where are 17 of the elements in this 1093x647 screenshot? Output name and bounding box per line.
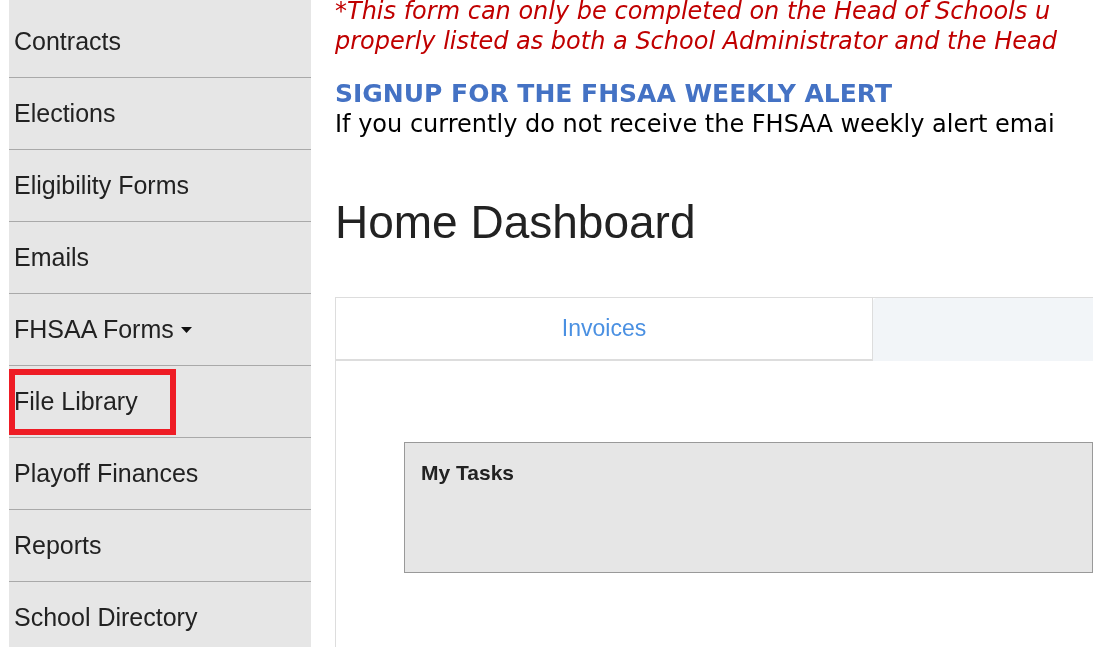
tab[interactable] [873, 298, 1093, 361]
notice-text: *This form can only be completed on the Head of Schools u [335, 0, 1052, 26]
sidebar-item[interactable]: Elections [9, 78, 121, 149]
sidebar-item[interactable]: School Directory [9, 582, 203, 647]
signup-link[interactable]: SIGNUP FOR THE FHSAA WEEKLY ALERT [335, 79, 1093, 109]
sidebar-item[interactable]: Reports [9, 510, 107, 581]
signup-text: If you currently do not receive the FHSAA weekly alert emai [335, 109, 1056, 139]
notice-text: properly listed as both a School Administrator and the Head [335, 26, 1058, 56]
sidebar-item[interactable]: FHSAA Forms [9, 294, 197, 365]
sidebar-item[interactable]: Emails [9, 222, 94, 293]
sidebar-item[interactable]: Playoff Finances [9, 438, 204, 509]
sidebar-item[interactable]: Contracts [9, 6, 126, 77]
panel-title: My Tasks [421, 461, 514, 484]
caret-icon [180, 326, 192, 333]
sidebar-item[interactable]: Eligibility Forms [9, 150, 195, 221]
sidebar-item[interactable]: File Library [9, 368, 176, 435]
page-title: Home Dashboard [335, 197, 697, 247]
